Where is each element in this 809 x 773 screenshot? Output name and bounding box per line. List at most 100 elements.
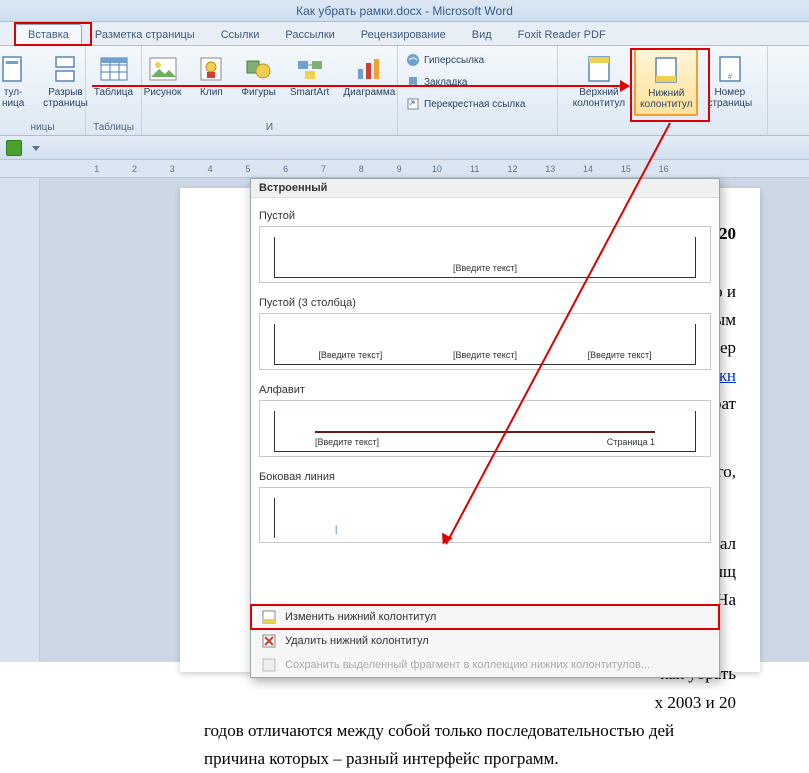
group-links: Гиперссылка Закладка Перекрестная ссылка — [398, 46, 558, 135]
horizontal-ruler[interactable]: 12345678910111213141516 — [0, 160, 809, 178]
group-illus-label: И — [146, 120, 393, 135]
ruler-tick: 14 — [569, 164, 607, 174]
edit-footer-label: Изменить нижний колонтитул — [285, 611, 436, 623]
ribbon-tabs: Вставка Разметка страницы Ссылки Рассылк… — [0, 22, 809, 46]
smartart-icon — [294, 53, 326, 85]
footer-icon — [650, 54, 682, 86]
preview-blank3: [Введите текст] [Введите текст] [Введите… — [274, 324, 696, 365]
preview-blank: [Введите текст] — [274, 237, 696, 278]
tab-references[interactable]: Ссылки — [208, 24, 273, 45]
chart-button[interactable]: Диаграмма — [338, 48, 400, 116]
cover-page-label: тул- ница — [2, 87, 24, 109]
tab-review[interactable]: Рецензирование — [348, 24, 459, 45]
tab-mailings[interactable]: Рассылки — [272, 24, 347, 45]
gallery-item-blank-label: Пустой — [259, 202, 711, 224]
gallery-header: Встроенный — [251, 179, 719, 198]
gallery-item-blank[interactable]: [Введите текст] — [259, 226, 711, 283]
ruler-tick: 3 — [153, 164, 191, 174]
delete-footer-menuitem[interactable]: Удалить нижний колонтитул — [251, 629, 719, 653]
ruler-tick: 16 — [645, 164, 683, 174]
delete-footer-label: Удалить нижний колонтитул — [285, 635, 429, 647]
table-label: Таблица — [94, 87, 133, 98]
quick-access-toolbar — [0, 136, 809, 160]
ruler-tick: 8 — [342, 164, 380, 174]
clip-button[interactable]: Клип — [190, 48, 232, 116]
crossref-button[interactable]: Перекрестная ссылка — [402, 94, 529, 114]
shapes-icon — [243, 53, 275, 85]
cover-page-button[interactable]: тул- ница — [0, 48, 34, 116]
edit-footer-menuitem[interactable]: Изменить нижний колонтитул — [251, 605, 719, 629]
tab-insert[interactable]: Вставка — [15, 24, 82, 45]
ruler-tick: 4 — [191, 164, 229, 174]
group-header-footer: Верхний колонтитул Нижний колонтитул # Н… — [558, 46, 768, 135]
group-illustrations: Рисунок Клип Фигуры SmartArt Диаграмма И — [142, 46, 398, 135]
picture-label: Рисунок — [144, 87, 182, 98]
doc-line-14: причина которых – разный интерфейс прогр… — [204, 745, 736, 773]
tab-view[interactable]: Вид — [459, 24, 505, 45]
save-selection-icon — [261, 657, 277, 673]
picture-icon — [147, 53, 179, 85]
hyperlink-button[interactable]: Гиперссылка — [402, 50, 488, 70]
clip-icon — [195, 53, 227, 85]
bookmark-button[interactable]: Закладка — [402, 72, 471, 92]
ruler-tick: 11 — [456, 164, 494, 174]
ruler-tick: 6 — [267, 164, 305, 174]
shapes-button[interactable]: Фигуры — [236, 48, 280, 116]
ruler-tick: 15 — [607, 164, 645, 174]
ruler-tick: 13 — [531, 164, 569, 174]
gallery-footer: Изменить нижний колонтитул Удалить нижни… — [251, 604, 719, 677]
page-break-icon — [50, 53, 82, 85]
qat-addin-icon[interactable] — [6, 140, 22, 156]
window-title: Как убрать рамки.docx - Microsoft Word — [296, 4, 513, 18]
ruler-tick: 9 — [380, 164, 418, 174]
cover-page-icon — [0, 53, 29, 85]
preview-alphabet: [Введите текст] Страница 1 — [274, 411, 696, 452]
header-icon — [583, 53, 615, 85]
doc-line-13: годов отличаются между собой только посл… — [204, 717, 736, 745]
save-selection-menuitem: Сохранить выделенный фрагмент в коллекци… — [251, 653, 719, 677]
ruler-tick: 1 — [78, 164, 116, 174]
footer-gallery-dropdown: Встроенный Пустой [Введите текст] Пустой… — [250, 178, 720, 678]
gallery-item-sideline[interactable]: | — [259, 487, 711, 543]
smartart-label: SmartArt — [290, 87, 329, 98]
footer-button[interactable]: Нижний колонтитул — [634, 48, 698, 116]
header-label: Верхний колонтитул — [573, 87, 625, 109]
svg-text:#: # — [728, 72, 733, 81]
group-tables: Таблица Таблицы — [86, 46, 142, 135]
delete-footer-icon — [261, 633, 277, 649]
document-area: орд 2007,20 и нижнего и актируемым ь ЛКМ… — [0, 178, 809, 662]
ruler-tick: 12 — [494, 164, 532, 174]
page-number-icon: # — [714, 53, 746, 85]
title-bar: Как убрать рамки.docx - Microsoft Word — [0, 0, 809, 22]
preview-sideline: | — [274, 498, 696, 538]
gallery-item-alphabet[interactable]: [Введите текст] Страница 1 — [259, 400, 711, 457]
table-button[interactable]: Таблица — [89, 48, 138, 116]
ruler-tick: 10 — [418, 164, 456, 174]
group-pages: тул- ница Разрыв страницы ницы — [0, 46, 86, 135]
page-number-button[interactable]: # Номер страницы — [702, 48, 757, 116]
gallery-item-blank3[interactable]: [Введите текст] [Введите текст] [Введите… — [259, 313, 711, 370]
smartart-button[interactable]: SmartArt — [285, 48, 334, 116]
qat-dropdown-icon[interactable] — [30, 142, 42, 154]
tab-foxit[interactable]: Foxit Reader PDF — [505, 24, 619, 45]
vertical-ruler[interactable] — [0, 178, 40, 662]
page-break-button[interactable]: Разрыв страницы — [38, 48, 93, 116]
chart-label: Диаграмма — [343, 87, 395, 98]
shapes-label: Фигуры — [241, 87, 275, 98]
picture-button[interactable]: Рисунок — [139, 48, 187, 116]
edit-footer-icon — [261, 609, 277, 625]
gallery-scroll[interactable]: Пустой [Введите текст] Пустой (3 столбца… — [251, 198, 719, 604]
page-break-label: Разрыв страницы — [43, 87, 88, 109]
gallery-item-blank3-label: Пустой (3 столбца) — [259, 289, 711, 311]
group-tables-label: Таблицы — [90, 120, 137, 135]
save-selection-label: Сохранить выделенный фрагмент в коллекци… — [285, 659, 650, 671]
group-pages-label: ницы — [4, 120, 81, 135]
footer-label: Нижний колонтитул — [640, 88, 692, 110]
hyperlink-label: Гиперссылка — [424, 55, 484, 66]
hyperlink-icon — [406, 53, 420, 67]
tab-page-layout[interactable]: Разметка страницы — [82, 24, 208, 45]
ruler-tick: 2 — [116, 164, 154, 174]
table-icon — [98, 53, 130, 85]
gallery-item-alphabet-label: Алфавит — [259, 376, 711, 398]
clip-label: Клип — [200, 87, 223, 98]
